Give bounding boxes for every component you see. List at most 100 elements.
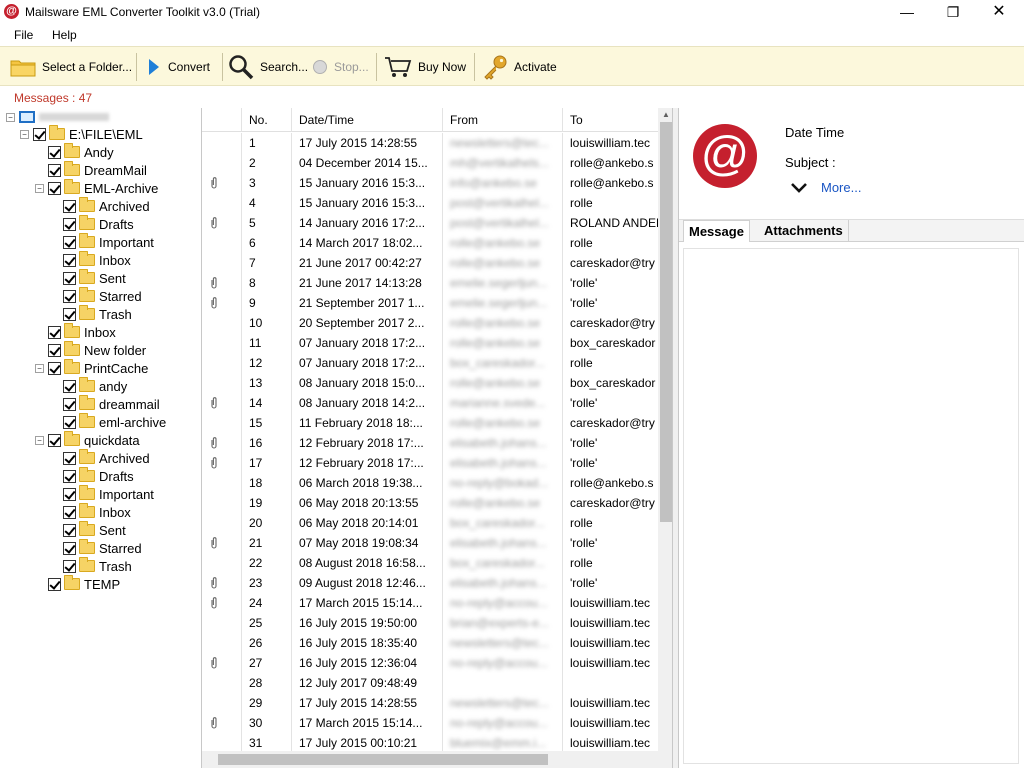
tree-node-q-drafts[interactable]: Drafts: [63, 467, 134, 485]
checkbox[interactable]: [48, 163, 61, 177]
checkbox[interactable]: [63, 199, 76, 213]
table-row[interactable]: 15 11 February 2018 18:... rolle@ankebo.se…: [202, 413, 658, 433]
checkbox[interactable]: [63, 235, 76, 249]
tree-node-q-starred[interactable]: Starred: [63, 539, 142, 557]
buy-now-button[interactable]: Buy Now: [384, 51, 466, 83]
menu-help[interactable]: Help: [52, 28, 77, 42]
table-row[interactable]: 25 16 July 2015 19:50:00 brian@experts-e..…: [202, 613, 658, 633]
checkbox[interactable]: [48, 325, 61, 339]
column-header-no[interactable]: No.: [242, 108, 292, 132]
collapse-icon[interactable]: −: [20, 129, 29, 139]
checkbox[interactable]: [48, 181, 61, 195]
table-row[interactable]: 22 08 August 2018 16:58... box_careskador.…: [202, 553, 658, 573]
column-header-attachment[interactable]: [202, 108, 242, 132]
checkbox[interactable]: [63, 559, 76, 573]
search-button[interactable]: Search...: [228, 51, 308, 83]
table-row[interactable]: 8 21 June 2017 14:13:28 emelie.segerljun..…: [202, 273, 658, 293]
table-row[interactable]: 27 16 July 2015 12:36:04 no-reply@accou...…: [202, 653, 658, 673]
stop-button[interactable]: Stop...: [312, 51, 369, 83]
checkbox[interactable]: [63, 541, 76, 555]
checkbox[interactable]: [48, 577, 61, 591]
checkbox[interactable]: [63, 469, 76, 483]
collapse-icon[interactable]: −: [6, 112, 15, 122]
checkbox[interactable]: [63, 415, 76, 429]
scroll-thumb[interactable]: [660, 122, 672, 522]
table-row[interactable]: 28 12 July 2017 09:48:49: [202, 673, 658, 693]
table-row[interactable]: 2 04 December 2014 15... mh@vertikalhels..…: [202, 153, 658, 173]
checkbox[interactable]: [63, 487, 76, 501]
checkbox[interactable]: [63, 289, 76, 303]
tree-node-eml-archive[interactable]: − EML-Archive: [35, 179, 158, 197]
tree-node-q-sent[interactable]: Sent: [63, 521, 126, 539]
table-row[interactable]: 30 17 March 2015 15:14... no-reply@accou..…: [202, 713, 658, 733]
tree-node-new-folder[interactable]: New folder: [48, 341, 146, 359]
table-row[interactable]: 10 20 September 2017 2... rolle@ankebo.se c…: [202, 313, 658, 333]
tree-node-eml-root[interactable]: − E:\FILE\EML: [20, 125, 143, 143]
tab-message[interactable]: Message: [683, 220, 750, 242]
checkbox[interactable]: [63, 505, 76, 519]
table-row[interactable]: 1 17 July 2015 14:28:55 newsletters@tec...…: [202, 133, 658, 153]
tree-node-archived[interactable]: Archived: [63, 197, 150, 215]
scroll-thumb[interactable]: [218, 754, 548, 765]
table-row[interactable]: 26 16 July 2015 18:35:40 newsletters@tec..…: [202, 633, 658, 653]
tree-node-temp[interactable]: TEMP: [48, 575, 120, 593]
menu-file[interactable]: File: [14, 28, 33, 42]
checkbox[interactable]: [48, 361, 61, 375]
tree-node-q-archived[interactable]: Archived: [63, 449, 150, 467]
table-row[interactable]: 24 17 March 2015 15:14... no-reply@accou..…: [202, 593, 658, 613]
horizontal-scrollbar[interactable]: [202, 751, 658, 768]
checkbox[interactable]: [48, 343, 61, 357]
table-row[interactable]: 6 14 March 2017 18:02... rolle@ankebo.se ro…: [202, 233, 658, 253]
tree-node-q-inbox[interactable]: Inbox: [63, 503, 131, 521]
checkbox[interactable]: [63, 307, 76, 321]
checkbox[interactable]: [63, 397, 76, 411]
tree-node-inbox-top[interactable]: Inbox: [48, 323, 116, 341]
table-row[interactable]: 20 06 May 2018 20:14:01 box_careskador... r…: [202, 513, 658, 533]
table-row[interactable]: 19 06 May 2018 20:13:55 rolle@ankebo.se car…: [202, 493, 658, 513]
minimize-button[interactable]: —: [884, 0, 930, 24]
table-row[interactable]: 11 07 January 2018 17:2... rolle@ankebo.se…: [202, 333, 658, 353]
checkbox[interactable]: [63, 271, 76, 285]
table-row[interactable]: 14 08 January 2018 14:2... marianne.svede.…: [202, 393, 658, 413]
tree-node-sent[interactable]: Sent: [63, 269, 126, 287]
column-header-from[interactable]: From: [443, 108, 563, 132]
collapse-icon[interactable]: −: [35, 363, 44, 373]
table-row[interactable]: 12 07 January 2018 17:2... box_careskador.…: [202, 353, 658, 373]
tree-node-andy[interactable]: Andy: [48, 143, 114, 161]
tree-node-q-trash[interactable]: Trash: [63, 557, 132, 575]
table-row[interactable]: 31 17 July 2015 00:10:21 bluemix@emm.i... l…: [202, 733, 658, 753]
tree-node-printcache[interactable]: − PrintCache: [35, 359, 148, 377]
tree-node-pc-eml-archive[interactable]: eml-archive: [63, 413, 166, 431]
tree-node-q-important[interactable]: Important: [63, 485, 154, 503]
tree-node-dreammail[interactable]: DreamMail: [48, 161, 147, 179]
checkbox[interactable]: [63, 217, 76, 231]
table-row[interactable]: 4 15 January 2016 15:3... post@vertikalhel…: [202, 193, 658, 213]
select-folder-button[interactable]: Select a Folder...: [10, 51, 132, 83]
table-row[interactable]: 5 14 January 2016 17:2... post@vertikalhel…: [202, 213, 658, 233]
convert-button[interactable]: Convert: [146, 51, 210, 83]
tree-node-inbox[interactable]: Inbox: [63, 251, 131, 269]
column-header-date[interactable]: Date/Time: [292, 108, 443, 132]
close-button[interactable]: ✕: [976, 0, 1022, 24]
tree-root-computer[interactable]: −: [6, 108, 109, 126]
table-row[interactable]: 17 12 February 2018 17:... elisabeth.johan…: [202, 453, 658, 473]
chevron-down-icon[interactable]: [789, 178, 809, 198]
table-row[interactable]: 23 09 August 2018 12:46... elisabeth.johan…: [202, 573, 658, 593]
table-row[interactable]: 29 17 July 2015 14:28:55 newsletters@tec..…: [202, 693, 658, 713]
activate-button[interactable]: Activate: [482, 51, 557, 83]
tree-node-quickdata[interactable]: − quickdata: [35, 431, 140, 449]
tree-node-starred[interactable]: Starred: [63, 287, 142, 305]
table-row[interactable]: 3 15 January 2016 15:3... info@ankebo.se ro…: [202, 173, 658, 193]
tree-node-pc-andy[interactable]: andy: [63, 377, 127, 395]
tree-node-important[interactable]: Important: [63, 233, 154, 251]
more-link[interactable]: More...: [821, 180, 861, 195]
collapse-icon[interactable]: −: [35, 183, 44, 193]
column-header-to[interactable]: To: [563, 108, 658, 132]
table-row[interactable]: 21 07 May 2018 19:08:34 elisabeth.johans..…: [202, 533, 658, 553]
table-row[interactable]: 13 08 January 2018 15:0... rolle@ankebo.se…: [202, 373, 658, 393]
checkbox[interactable]: [33, 127, 46, 141]
collapse-icon[interactable]: −: [35, 435, 44, 445]
table-row[interactable]: 9 21 September 2017 1... emelie.segerljun.…: [202, 293, 658, 313]
vertical-scrollbar[interactable]: ▲: [658, 108, 672, 768]
checkbox[interactable]: [48, 433, 61, 447]
